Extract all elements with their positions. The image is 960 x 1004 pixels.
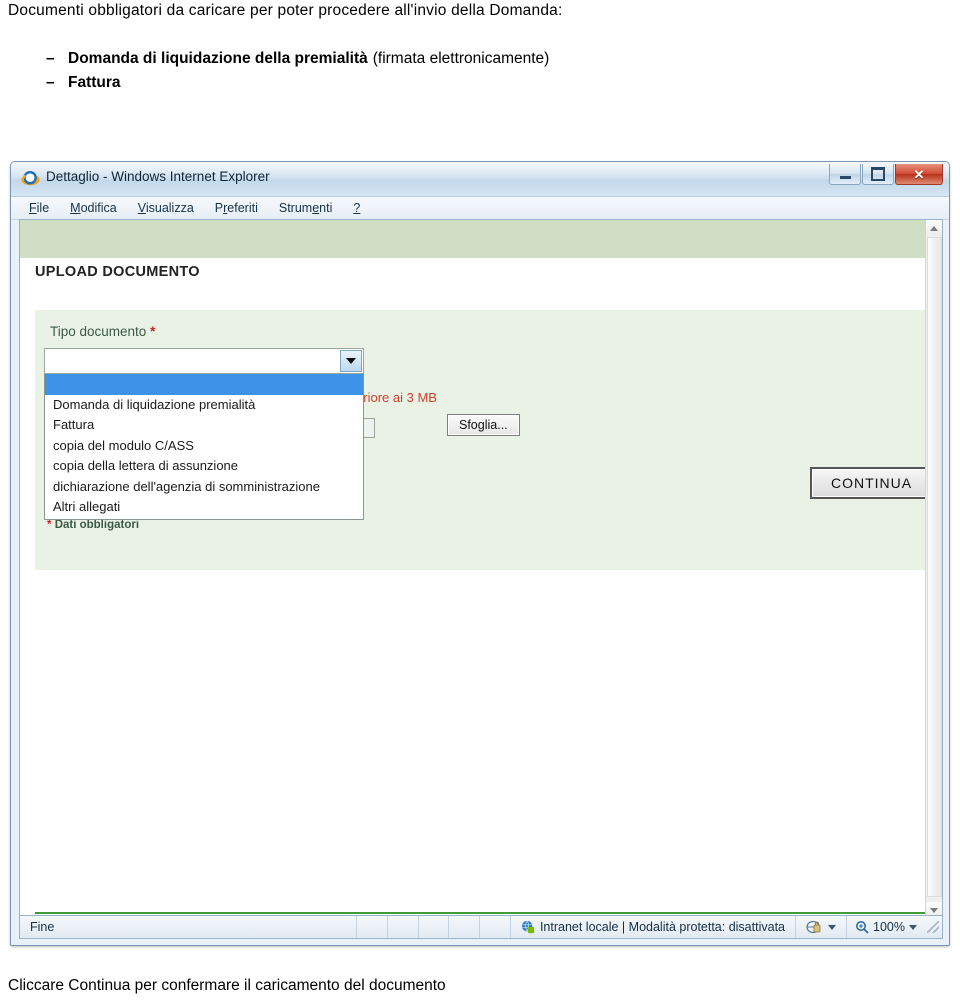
window-title: Dettaglio - Windows Internet Explorer [46,169,270,184]
close-button[interactable]: ✕ [895,164,943,185]
title-bar[interactable]: Dettaglio - Windows Internet Explorer ✕ [11,162,949,197]
page-header-band [20,220,925,258]
document-intro-text: Documenti obbligatori da caricare per po… [8,2,563,19]
maximize-button[interactable] [862,164,894,185]
menu-bar: File Modifica Visualizza Preferiti Strum… [11,197,949,220]
browser-window: Dettaglio - Windows Internet Explorer ✕ … [10,161,950,946]
status-cell [388,916,418,938]
document-bullet-list: – Domanda di liquidazione della premiali… [46,50,946,98]
dropdown-option-domanda-liquidazione[interactable]: Domanda di liquidazione premialità [45,395,363,416]
status-cell [480,916,510,938]
security-zone-indicator[interactable]: Intranet locale | Modalità protetta: dis… [511,920,795,934]
tipo-documento-combobox[interactable]: Domanda di liquidazione premialità Fattu… [44,348,364,520]
bullet-primary-text: Fattura [68,74,121,91]
status-cell [449,916,479,938]
menu-item-strumenti[interactable]: Strumenti [279,201,333,215]
zoom-control[interactable]: 100% [847,920,925,934]
status-cell [418,916,448,938]
security-zone-text: Intranet locale | Modalità protetta: dis… [539,920,785,934]
upload-form-panel: Tipo documento * menti con dimensione su… [35,310,925,570]
required-asterisk: * [150,324,156,339]
chevron-down-icon[interactable] [828,924,837,930]
menu-item-modifica[interactable]: Modifica [70,201,117,215]
menu-item-help[interactable]: ? [353,201,360,215]
resize-grip-icon[interactable] [927,921,939,933]
status-cell [357,916,387,938]
document-caption-text: Cliccare Continua per confermare il cari… [8,977,446,994]
list-item: – Fattura [46,74,946,92]
tipo-documento-label: Tipo documento * [50,324,155,339]
magnifier-icon [856,921,869,934]
window-controls: ✕ [829,164,943,185]
footer-divider [35,912,925,914]
dropdown-option-fattura[interactable]: Fattura [45,415,363,436]
dropdown-option-dichiarazione-agenzia[interactable]: dichiarazione dell'agenzia di somministr… [45,477,363,498]
status-text: Fine [30,920,55,934]
privacy-report-control[interactable] [796,920,846,934]
page-content: UPLOAD DOCUMENTO Tipo documento * menti … [20,220,925,918]
scrollbar-thumb[interactable] [927,237,942,897]
maximize-icon [871,167,885,181]
browse-button[interactable]: Sfoglia... [447,414,520,436]
privacy-report-icon [806,920,821,934]
minimize-button[interactable] [829,164,861,185]
continue-button[interactable]: CONTINUA [810,467,925,499]
scroll-up-button[interactable] [926,220,942,236]
bullet-dash: – [46,50,55,67]
tipo-documento-label-text: Tipo documento [50,324,147,339]
bullet-dash: – [46,74,55,91]
combobox-field[interactable] [44,348,364,374]
menu-item-file[interactable]: File [29,201,49,215]
minimize-icon [839,175,851,179]
mandatory-fields-note: * Dati obbligatori [47,519,139,531]
zoom-level: 100% [873,920,905,934]
page-viewport: UPLOAD DOCUMENTO Tipo documento * menti … [19,219,943,919]
bullet-primary-text: Domanda di liquidazione della premialità [68,50,368,67]
page-scrollbar[interactable] [925,220,942,918]
chevron-down-icon[interactable] [909,924,917,930]
chevron-down-icon[interactable] [340,350,362,372]
status-right-group: 100% [795,916,942,938]
menu-item-visualizza[interactable]: Visualizza [138,201,194,215]
combobox-dropdown-list[interactable]: Domanda di liquidazione premialità Fattu… [44,374,364,520]
dropdown-option-blank[interactable] [45,374,363,395]
dropdown-option-altri-allegati[interactable]: Altri allegati [45,497,363,518]
mandatory-note-asterisk: * [47,519,52,531]
dropdown-option-modulo-cass[interactable]: copia del modulo C/ASS [45,436,363,457]
globe-icon [521,920,535,934]
menu-item-preferiti[interactable]: Preferiti [215,201,258,215]
close-icon: ✕ [913,166,925,182]
page-title: UPLOAD DOCUMENTO [35,264,200,280]
mandatory-note-text: Dati obbligatori [54,519,140,531]
internet-explorer-icon [21,170,40,186]
list-item: – Domanda di liquidazione della premiali… [46,50,946,68]
dropdown-option-lettera-assunzione[interactable]: copia della lettera di assunzione [45,456,363,477]
status-bar: Fine Intranet locale | Modalità protetta… [19,915,943,939]
bullet-secondary-text: (firmata elettronicamente) [372,50,550,67]
